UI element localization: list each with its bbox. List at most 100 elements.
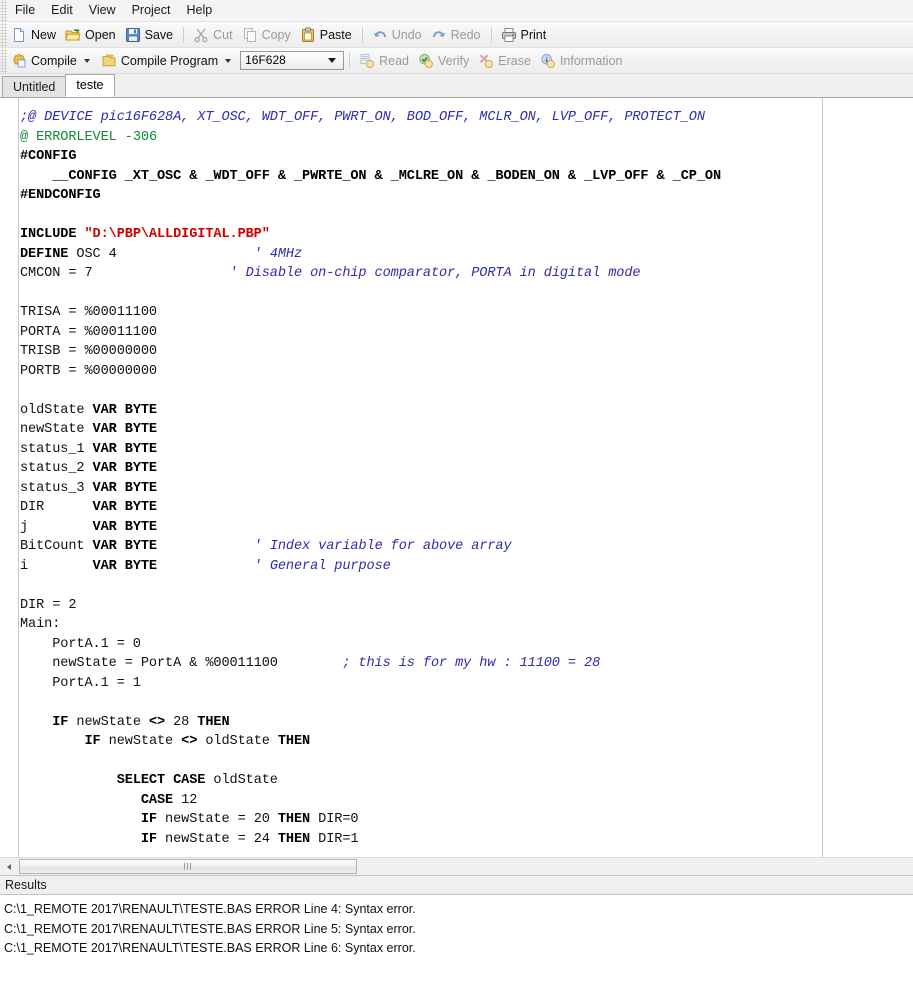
- new-button[interactable]: New: [7, 23, 61, 46]
- cut-button[interactable]: Cut: [189, 23, 237, 46]
- code-line: newState = PortA & %00011100 ; this is f…: [20, 654, 913, 674]
- chevron-down-icon[interactable]: [328, 58, 336, 63]
- undo-button[interactable]: Undo: [368, 23, 427, 46]
- code-token: newState: [101, 734, 182, 749]
- menu-file[interactable]: File: [7, 1, 43, 20]
- copy-button[interactable]: Copy: [238, 23, 296, 46]
- menu-bar-grip[interactable]: [0, 0, 7, 21]
- code-token: status_1: [20, 442, 93, 457]
- code-token: ;@ DEVICE pic16F628A, XT_OSC, WDT_OFF, P…: [20, 110, 705, 125]
- redo-button[interactable]: Redo: [427, 23, 486, 46]
- result-line[interactable]: C:\1_REMOTE 2017\RENAULT\TESTE.BAS ERROR…: [4, 920, 913, 940]
- code-token: [20, 734, 84, 749]
- menu-help[interactable]: Help: [178, 1, 220, 20]
- tab-untitled[interactable]: Untitled: [2, 76, 66, 97]
- compile-dropdown-arrow-icon[interactable]: [84, 59, 90, 63]
- code-token: i: [20, 559, 93, 574]
- paste-button[interactable]: Paste: [296, 23, 357, 46]
- code-line: [20, 381, 913, 401]
- code-token: THEN: [197, 715, 229, 730]
- code-line: [20, 284, 913, 304]
- code-token: [117, 247, 254, 262]
- code-token: -306: [125, 130, 157, 145]
- file-toolbar: New Open Save: [0, 22, 913, 48]
- code-token: oldState: [20, 403, 93, 418]
- new-button-label: New: [31, 28, 56, 42]
- code-token: INCLUDE: [20, 227, 84, 242]
- code-token: VAR BYTE: [93, 461, 157, 476]
- tab-teste[interactable]: teste: [65, 74, 114, 97]
- scrollbar-track[interactable]: [17, 858, 913, 875]
- information-button[interactable]: Information: [536, 49, 628, 72]
- code-editor[interactable]: ;@ DEVICE pic16F628A, XT_OSC, WDT_OFF, P…: [0, 97, 913, 857]
- results-panel-body[interactable]: C:\1_REMOTE 2017\RENAULT\TESTE.BAS ERROR…: [0, 895, 913, 981]
- print-button[interactable]: Print: [497, 23, 552, 46]
- code-line: SELECT CASE oldState: [20, 771, 913, 791]
- code-token: TRISB = %00000000: [20, 344, 157, 359]
- code-line: IF newState <> oldState THEN: [20, 732, 913, 752]
- save-button[interactable]: Save: [121, 23, 179, 46]
- compile-program-button[interactable]: Compile Program: [97, 49, 238, 72]
- code-token: status_2: [20, 461, 93, 476]
- copy-button-label: Copy: [262, 28, 291, 42]
- scrollbar-thumb[interactable]: [19, 859, 357, 874]
- menu-edit[interactable]: Edit: [43, 1, 81, 20]
- code-line: DEFINE OSC 4 ' 4MHz: [20, 245, 913, 265]
- code-token: CMCON = 7: [20, 266, 93, 281]
- code-token: DIR: [20, 500, 93, 515]
- print-button-label: Print: [521, 28, 547, 42]
- code-token: PORTA = %00011100: [20, 325, 157, 340]
- editor-gutter: [0, 98, 19, 857]
- result-line[interactable]: C:\1_REMOTE 2017\RENAULT\TESTE.BAS ERROR…: [4, 939, 913, 959]
- editor-horizontal-scrollbar[interactable]: [0, 857, 913, 875]
- toolbar-separator-4: [349, 53, 350, 69]
- compile-button-label: Compile: [31, 54, 77, 68]
- code-token: [93, 266, 230, 281]
- code-line: #ENDCONFIG: [20, 186, 913, 206]
- code-token: [20, 793, 141, 808]
- code-token: VAR BYTE: [93, 500, 157, 515]
- verify-button[interactable]: Verify: [414, 49, 474, 72]
- document-tabs: Untitled teste: [0, 74, 913, 97]
- code-line: IF newState = 24 THEN DIR=1: [20, 830, 913, 850]
- code-token: ' General purpose: [254, 559, 391, 574]
- open-button[interactable]: Open: [61, 23, 121, 46]
- code-token: status_3: [20, 481, 93, 496]
- code-line: status_1 VAR BYTE: [20, 440, 913, 460]
- caret-left-icon: [7, 864, 11, 870]
- code-line: TRISB = %00000000: [20, 342, 913, 362]
- menu-view[interactable]: View: [81, 1, 124, 20]
- code-line: INCLUDE "D:\PBP\ALLDIGITAL.PBP": [20, 225, 913, 245]
- code-token: OSC 4: [76, 247, 116, 262]
- code-token: VAR BYTE: [93, 403, 157, 418]
- code-line: DIR VAR BYTE: [20, 498, 913, 518]
- scroll-left-button[interactable]: [0, 858, 17, 875]
- code-token: DIR=1: [310, 832, 358, 847]
- compile-toolbar-grip[interactable]: [0, 48, 7, 73]
- compile-program-dropdown-arrow-icon[interactable]: [225, 59, 231, 63]
- editor-code-content[interactable]: ;@ DEVICE pic16F628A, XT_OSC, WDT_OFF, P…: [20, 108, 913, 857]
- erase-button[interactable]: Erase: [474, 49, 536, 72]
- result-line[interactable]: C:\1_REMOTE 2017\RENAULT\TESTE.BAS ERROR…: [4, 900, 913, 920]
- code-token: VAR BYTE: [93, 520, 157, 535]
- code-line: status_2 VAR BYTE: [20, 459, 913, 479]
- menu-project[interactable]: Project: [124, 1, 179, 20]
- code-line: [20, 576, 913, 596]
- code-token: PORTB = %00000000: [20, 364, 157, 379]
- file-toolbar-grip[interactable]: [0, 22, 7, 47]
- read-button[interactable]: Read: [355, 49, 414, 72]
- code-token: IF: [84, 734, 100, 749]
- code-line: __CONFIG _XT_OSC & _WDT_OFF & _PWRTE_ON …: [20, 167, 913, 187]
- menu-bar: File Edit View Project Help: [0, 0, 913, 22]
- device-select[interactable]: 16F628: [240, 51, 344, 70]
- code-token: TRISA = %00011100: [20, 305, 157, 320]
- save-disk-icon: [125, 27, 141, 43]
- scrollbar-thumb-grip-icon: [184, 863, 193, 870]
- device-select-value: 16F628: [241, 53, 328, 68]
- undo-arrow-icon: [372, 27, 388, 43]
- compile-button[interactable]: Compile: [7, 49, 97, 72]
- code-token: oldState: [197, 734, 278, 749]
- code-token: VAR BYTE: [93, 539, 157, 554]
- code-line: TRISA = %00011100: [20, 303, 913, 323]
- information-button-label: Information: [560, 54, 623, 68]
